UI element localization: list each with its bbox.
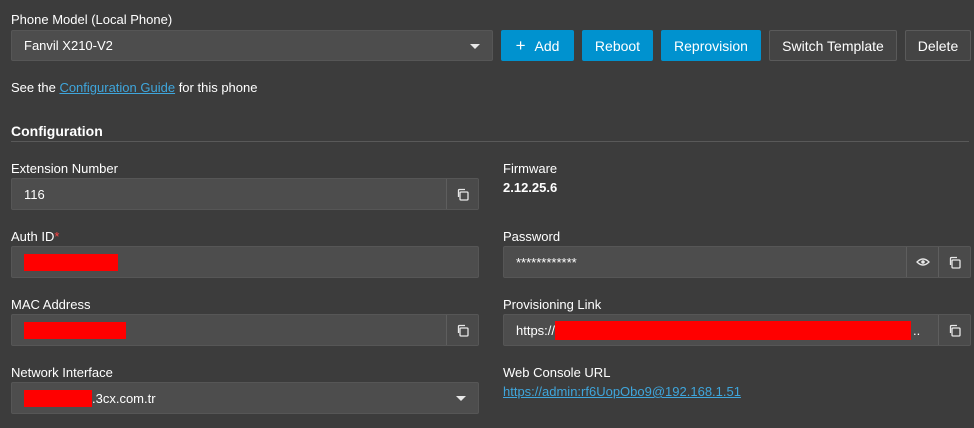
password-label: Password <box>503 229 561 244</box>
phone-model-select[interactable]: Fanvil X210-V2 <box>11 30 493 61</box>
redaction <box>24 253 118 271</box>
phone-model-label: Phone Model (Local Phone) <box>11 12 173 27</box>
network-interface-label: Network Interface <box>11 365 113 380</box>
guide-suffix: for this phone <box>175 80 258 95</box>
plus-icon: + <box>515 36 526 55</box>
web-console-label: Web Console URL <box>503 365 611 380</box>
redaction <box>555 320 912 340</box>
mac-value <box>12 321 446 339</box>
provisioning-prefix: https:// <box>516 322 556 338</box>
section-divider <box>11 141 969 142</box>
add-button[interactable]: + Add <box>501 30 574 61</box>
provisioning-link-value: https://.. <box>504 320 938 340</box>
mac-label: MAC Address <box>11 297 91 312</box>
guide-prefix: See the <box>11 80 60 95</box>
copy-icon[interactable] <box>446 179 478 209</box>
firmware-label: Firmware <box>503 161 558 176</box>
eye-icon[interactable] <box>906 247 938 277</box>
network-interface-suffix: .3cx.com.tr <box>92 390 156 406</box>
switch-template-button[interactable]: Switch Template <box>769 30 897 61</box>
copy-icon[interactable] <box>446 315 478 345</box>
configuration-guide-text: See the Configuration Guide for this pho… <box>11 80 257 95</box>
copy-icon[interactable] <box>938 247 970 277</box>
configuration-heading: Configuration <box>11 123 103 139</box>
copy-icon[interactable] <box>938 315 970 345</box>
auth-id-label: Auth ID* <box>11 229 59 244</box>
password-value: ************ <box>516 254 577 270</box>
network-interface-select[interactable]: .3cx.com.tr <box>11 382 479 414</box>
redaction <box>24 389 92 407</box>
extension-label: Extension Number <box>11 161 118 176</box>
web-console-link[interactable]: https://admin:rf6UopObo9@192.168.1.51 <box>503 384 741 399</box>
chevron-down-icon <box>456 396 466 401</box>
network-interface-value: .3cx.com.tr <box>12 389 478 407</box>
phone-model-value: Fanvil X210-V2 <box>24 38 113 53</box>
provisioning-link-label: Provisioning Link <box>503 297 602 312</box>
extension-field[interactable]: 116 <box>11 178 479 210</box>
provisioning-ellipsis: .. <box>913 322 921 338</box>
password-field[interactable]: ************ <box>503 246 971 278</box>
delete-button[interactable]: Delete <box>905 30 971 61</box>
required-mark: * <box>54 229 60 244</box>
add-button-label: Add <box>534 37 560 54</box>
chevron-down-icon <box>470 44 480 49</box>
redaction <box>24 321 126 339</box>
extension-value: 116 <box>24 186 45 202</box>
mac-field[interactable] <box>11 314 479 346</box>
auth-id-field[interactable] <box>11 246 479 278</box>
reprovision-button[interactable]: Reprovision <box>661 30 761 61</box>
configuration-guide-link[interactable]: Configuration Guide <box>59 80 175 95</box>
firmware-value: 2.12.25.6 <box>503 180 558 195</box>
auth-id-value <box>12 253 478 271</box>
provisioning-link-field[interactable]: https://.. <box>503 314 971 346</box>
auth-id-label-text: Auth ID <box>11 229 55 244</box>
reboot-button[interactable]: Reboot <box>582 30 653 61</box>
